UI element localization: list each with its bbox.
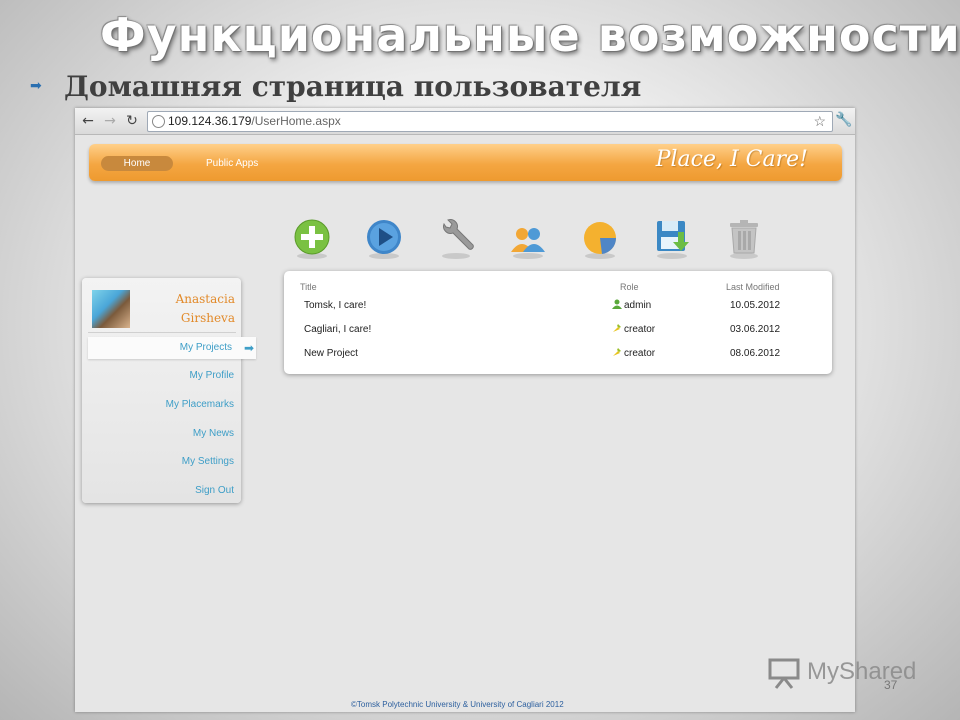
watermark-text: MyShared <box>807 658 917 685</box>
nav-home-tab[interactable]: Home <box>101 156 173 171</box>
slide-title: Функциональные возможности <box>100 8 960 62</box>
menu-label: My Projects <box>179 342 232 353</box>
user-last-name: Girsheva <box>180 311 235 325</box>
action-toolbar <box>292 218 772 260</box>
users-icon[interactable] <box>508 218 548 260</box>
arrow-right-icon: ➡ <box>243 341 254 355</box>
trash-icon[interactable] <box>724 218 764 260</box>
menu-my-projects[interactable]: My Projects ➡ <box>88 337 256 359</box>
project-modified: 03.06.2012 <box>730 324 781 335</box>
header-last-modified: Last Modified <box>726 282 780 292</box>
browser-window: ← → ↻ 109.124.36.179/UserHome.aspx ☆ 🔧 H… <box>75 108 855 712</box>
table-row[interactable]: Tomsk, I care! admin 10.05.2012 <box>284 295 832 317</box>
project-role-text: creator <box>624 324 656 335</box>
slide-subtitle: ➡ Домашняя страница пользователя <box>30 68 730 104</box>
menu-my-settings[interactable]: My Settings <box>84 451 234 473</box>
creator-icon <box>613 324 621 332</box>
header-role: Role <box>620 282 639 292</box>
arrow-right-icon: ➡ <box>30 78 42 94</box>
address-url: 109.124.36.179/UserHome.aspx <box>168 112 341 131</box>
project-role: creator <box>612 319 655 341</box>
nav-public-apps-tab[interactable]: Public Apps <box>206 156 258 171</box>
back-arrow-icon[interactable]: ← <box>79 112 97 130</box>
globe-icon <box>152 115 165 128</box>
avatar[interactable] <box>92 290 130 328</box>
page-number: 37 <box>884 678 898 692</box>
browser-menu-wrench-icon[interactable]: 🔧 <box>835 112 852 128</box>
project-title[interactable]: Tomsk, I care! <box>304 295 366 317</box>
app-header: Home Public Apps Place, I Care! <box>89 144 842 181</box>
browser-toolbar: ← → ↻ 109.124.36.179/UserHome.aspx ☆ 🔧 <box>75 108 855 135</box>
slide-subtitle-text: Домашняя страница пользователя <box>64 69 642 103</box>
play-icon[interactable] <box>364 218 404 260</box>
user-first-name: Anastacia <box>175 292 235 306</box>
forward-arrow-icon[interactable]: → <box>101 112 119 130</box>
project-title[interactable]: New Project <box>304 343 358 365</box>
menu-my-news[interactable]: My News <box>84 423 234 445</box>
add-icon[interactable] <box>292 218 332 260</box>
url-host: 109.124.36.179 <box>168 114 252 128</box>
creator-icon <box>613 348 621 356</box>
table-row[interactable]: Cagliari, I care! creator 03.06.2012 <box>284 319 832 341</box>
save-download-icon[interactable] <box>652 218 692 260</box>
app-logo: Place, I Care! <box>655 147 808 172</box>
project-modified: 10.05.2012 <box>730 300 781 311</box>
menu-my-placemarks[interactable]: My Placemarks <box>84 394 234 416</box>
table-row[interactable]: New Project creator 08.06.2012 <box>284 343 832 365</box>
bookmark-star-icon[interactable]: ☆ <box>813 112 826 131</box>
header-title: Title <box>300 282 317 292</box>
watermark: MyShared <box>767 656 927 692</box>
reload-icon[interactable]: ↻ <box>123 112 141 130</box>
presentation-board-icon <box>768 658 800 689</box>
menu-my-profile[interactable]: My Profile <box>84 365 234 387</box>
project-title[interactable]: Cagliari, I care! <box>304 319 371 341</box>
app-footer: ©Tomsk Polytechnic University & Universi… <box>351 700 564 709</box>
admin-user-icon <box>612 299 622 309</box>
url-path: /UserHome.aspx <box>251 114 341 128</box>
project-role: admin <box>612 295 651 317</box>
projects-table: Title Role Last Modified Tomsk, I care! … <box>284 271 832 374</box>
project-role: creator <box>612 343 655 365</box>
project-role-text: admin <box>624 300 652 311</box>
project-modified: 08.06.2012 <box>730 348 781 359</box>
address-bar[interactable]: 109.124.36.179/UserHome.aspx ☆ <box>147 111 833 132</box>
panel-divider <box>88 332 236 333</box>
user-panel: Anastacia Girsheva My Projects ➡ My Prof… <box>82 278 256 503</box>
wrench-icon[interactable] <box>436 218 476 260</box>
menu-sign-out[interactable]: Sign Out <box>84 480 234 502</box>
project-role-text: creator <box>624 348 656 359</box>
pie-chart-icon[interactable] <box>580 218 620 260</box>
